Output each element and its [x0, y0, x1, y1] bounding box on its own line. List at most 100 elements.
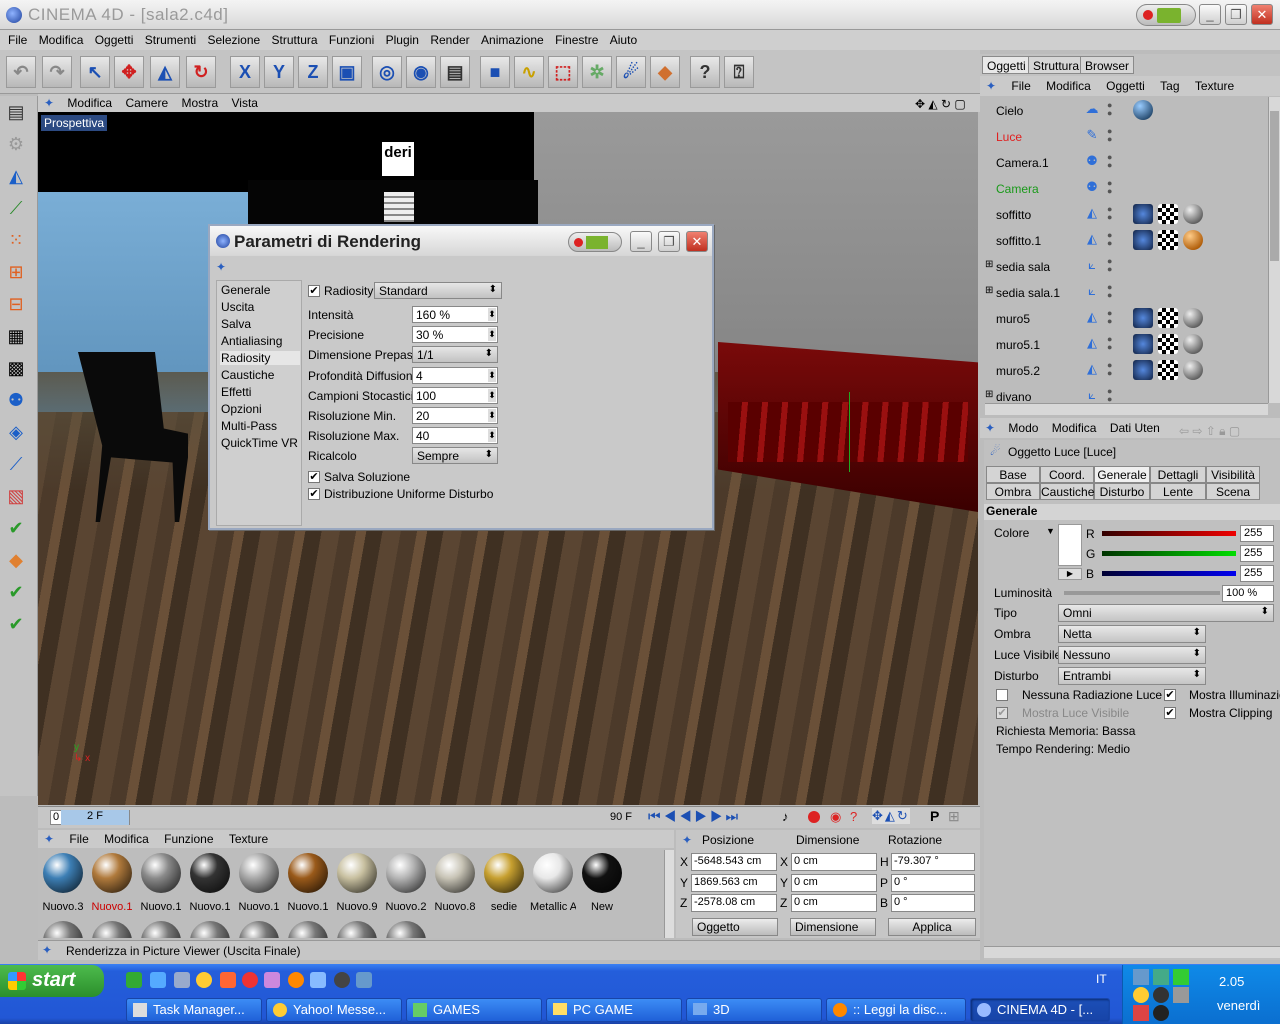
select-arrow-icon[interactable]: ↖ [80, 56, 110, 88]
material-item-partial[interactable] [236, 918, 282, 938]
quicklaunch-search-icon[interactable] [220, 972, 236, 988]
blue-slider[interactable] [1102, 571, 1236, 576]
viewport-menu-camere[interactable]: Camere [120, 94, 173, 112]
viewport-menu-modifica[interactable]: Modifica [62, 94, 117, 112]
tray-alert-icon[interactable] [1133, 1005, 1149, 1021]
coords-size-mode-select[interactable]: Dimensione [790, 918, 876, 936]
edges-icon[interactable]: ⊞ [0, 256, 32, 288]
task-pc-game[interactable]: PC GAME [546, 998, 682, 1022]
object-name[interactable]: soffitto.1 [996, 234, 1041, 248]
tab-struttura[interactable]: Struttura [1028, 56, 1085, 74]
autokey-icon[interactable]: ◉ [830, 809, 841, 825]
dialog-nvidia-widget[interactable] [568, 232, 622, 252]
start-button[interactable]: start [0, 965, 104, 997]
grey-tag-icon[interactable] [1183, 360, 1203, 380]
tray-media-icon[interactable] [1153, 1005, 1169, 1021]
enable-axis-icon[interactable]: ✔ [0, 512, 32, 544]
quicklaunch-firefox-icon[interactable] [288, 972, 304, 988]
visibility-dots-icon[interactable]: ● ● [1107, 387, 1112, 404]
mostra-clipping-checkbox[interactable]: ✔ [1164, 707, 1176, 719]
material-item[interactable]: Nuovo.1 [285, 850, 331, 913]
check-tag-icon[interactable] [1158, 204, 1178, 224]
material-item-partial[interactable] [89, 918, 135, 938]
attribute-menu-dati-utente[interactable]: Dati Uten [1105, 418, 1165, 438]
distribuzione-uniforme-checkbox[interactable]: ✔ [308, 488, 320, 500]
help-index-icon[interactable]: ⍰ [724, 56, 754, 88]
task-yahoo-messenger[interactable]: Yahoo! Messe... [266, 998, 402, 1022]
coordinate-system-icon[interactable]: ▣ [332, 56, 362, 88]
model-tool-icon[interactable]: ▤ [0, 96, 32, 128]
tipo-select[interactable]: Omni [1058, 604, 1274, 622]
object-menu-texture[interactable]: Texture [1189, 76, 1240, 96]
object-name[interactable]: muro5.2 [996, 364, 1040, 378]
object-menu-oggetti[interactable]: Oggetti [1100, 76, 1151, 96]
object-list-scrollbar[interactable] [1268, 97, 1280, 403]
object-name[interactable]: Luce [996, 130, 1022, 144]
radiosity-checkbox[interactable]: ✔ [308, 285, 320, 297]
material-item-partial[interactable] [285, 918, 331, 938]
sound-icon[interactable]: ♪ [782, 809, 789, 824]
risoluzione-max-field[interactable]: 40 [412, 427, 498, 444]
attribute-hscrollbar[interactable] [984, 946, 1280, 958]
axis-tool-icon[interactable]: ⟋ [0, 192, 32, 224]
dim-y-field[interactable]: 0 cm [791, 874, 877, 892]
expand-icon[interactable]: ⊞ [985, 389, 993, 400]
visibility-dots-icon[interactable]: ● ● [1107, 231, 1112, 248]
material-item-partial[interactable] [383, 918, 429, 938]
render-view-icon[interactable]: ◎ [372, 56, 402, 88]
expand-icon[interactable]: ⊞ [985, 259, 993, 270]
profondita-diffusione-field[interactable]: 4 [412, 367, 498, 384]
luce-visibile-select[interactable]: Nessuno [1058, 646, 1206, 664]
pos-z-field[interactable]: -2578.08 cm [691, 894, 777, 912]
object-row[interactable]: Cielo ☁ ● ● [985, 97, 1267, 123]
blue-tag-icon[interactable] [1133, 308, 1153, 328]
risoluzione-min-field[interactable]: 20 [412, 407, 498, 424]
viewport-menu-mostra[interactable]: Mostra [176, 94, 223, 112]
task-games[interactable]: GAMES [406, 998, 542, 1022]
snap-icon[interactable]: ▧ [0, 480, 32, 512]
menu-strumenti[interactable]: Strumenti [141, 30, 200, 47]
material-item-partial[interactable] [40, 918, 86, 938]
visibility-dots-icon[interactable]: ● ● [1107, 179, 1112, 196]
object-list-hscrollbar[interactable] [985, 403, 1268, 415]
material-scrollbar[interactable] [664, 850, 674, 938]
tray-network-icon[interactable] [1133, 969, 1149, 985]
attr-tab-visibilita[interactable]: Visibilità [1206, 466, 1260, 483]
color-swatch[interactable] [1058, 524, 1082, 566]
dialog-maximize-button[interactable]: ❐ [658, 231, 680, 252]
record-keyframe-icon[interactable] [808, 811, 820, 823]
apply-button[interactable]: Applica [888, 918, 976, 936]
attribute-menu-modo[interactable]: Modo [1003, 418, 1043, 438]
deformer-icon[interactable]: ✲ [582, 56, 612, 88]
dimensione-prepass-select[interactable]: 1/1 [412, 346, 498, 363]
rotate-icon[interactable]: ↻ [186, 56, 216, 88]
dialog-close-button[interactable]: ✕ [686, 231, 708, 252]
quicklaunch-media-icon[interactable] [264, 972, 280, 988]
task-cinema4d[interactable]: CINEMA 4D - [... [970, 998, 1110, 1022]
colore-expand-icon[interactable]: ▼ [1046, 526, 1055, 536]
maximize-button[interactable]: ❐ [1225, 4, 1247, 25]
tray-green-icon[interactable] [1173, 969, 1189, 985]
section-quicktime-vr[interactable]: QuickTime VR [220, 436, 300, 450]
material-item-partial[interactable] [187, 918, 233, 938]
material-item[interactable]: Metallic A [530, 850, 576, 913]
visibility-dots-icon[interactable]: ● ● [1107, 101, 1112, 118]
visibility-dots-icon[interactable]: ● ● [1107, 361, 1112, 378]
points-tool-icon[interactable]: ◭ [0, 160, 32, 192]
attr-tab-ombra[interactable]: Ombra [986, 483, 1040, 500]
minimize-button[interactable]: _ [1199, 4, 1221, 25]
material-item[interactable]: Nuovo.3 [40, 850, 86, 913]
ombra-select[interactable]: Netta [1058, 625, 1206, 643]
dim-z-field[interactable]: 0 cm [791, 894, 877, 912]
material-item[interactable]: Nuovo.1 [236, 850, 282, 913]
cube-icon[interactable]: ■ [480, 56, 510, 88]
viewport-nav-icons[interactable]: ✥ ◭ ↻ ▢ [910, 95, 971, 113]
section-caustiche[interactable]: Caustiche [220, 368, 300, 382]
object-menu-tag[interactable]: Tag [1154, 76, 1185, 96]
mostra-luce-visibile-checkbox[interactable]: ✔ [996, 707, 1008, 719]
help-icon[interactable]: ? [690, 56, 720, 88]
tray-yahoo-icon[interactable] [1133, 987, 1149, 1003]
section-uscita[interactable]: Uscita [220, 300, 300, 314]
render-check-icon[interactable]: ✔ [0, 576, 32, 608]
check-tag-icon[interactable] [1158, 230, 1178, 250]
